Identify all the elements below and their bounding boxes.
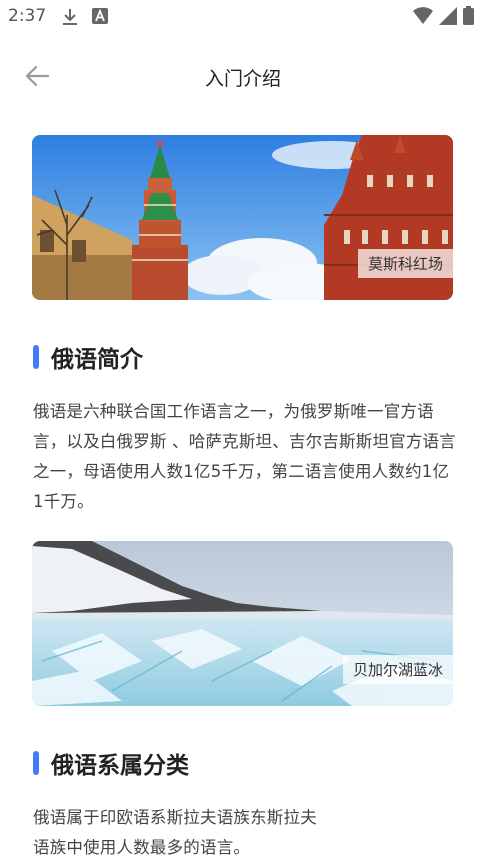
download-icon	[62, 8, 78, 30]
section-title-text: 俄语系属分类	[51, 753, 189, 779]
app-notification-icon	[92, 8, 108, 28]
section-title-text: 俄语简介	[51, 347, 143, 373]
wifi-icon	[413, 6, 433, 29]
section-paragraph-intro: 俄语是六种联合国工作语言之一，为俄罗斯唯一官方语言，以及白俄罗斯 、哈萨克斯坦、…	[33, 402, 456, 511]
title-accent-bar	[33, 345, 39, 369]
signal-icon	[439, 6, 457, 29]
status-bar: 2:37	[0, 0, 486, 34]
baikal-ice-image-card: 贝加尔湖蓝冰	[32, 541, 453, 706]
status-time: 2:37	[8, 6, 47, 26]
image-caption: 贝加尔湖蓝冰	[342, 655, 453, 684]
page-title: 入门介绍	[204, 68, 281, 90]
title-accent-bar	[33, 751, 39, 775]
section-title-intro: 俄语简介	[33, 340, 143, 374]
app-header: 入门介绍	[0, 52, 486, 100]
red-square-image-card: 莫斯科红场	[32, 135, 453, 300]
section-title-classification: 俄语系属分类	[33, 746, 189, 780]
image-caption: 莫斯科红场	[357, 249, 453, 278]
battery-icon	[463, 6, 474, 29]
section-paragraph-classification: 俄语属于印欧语系斯拉夫语族东斯拉夫语族中使用人数最多的语言。	[33, 808, 317, 857]
